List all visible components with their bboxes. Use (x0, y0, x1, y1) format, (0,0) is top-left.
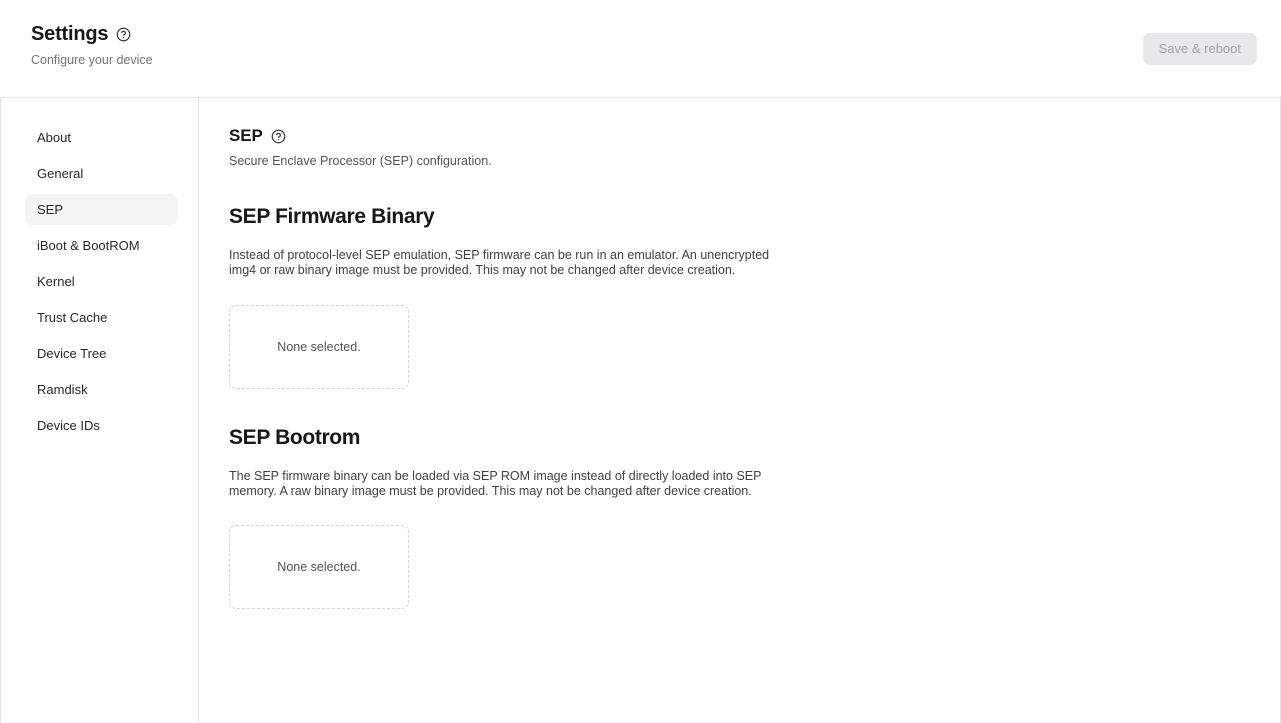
section-description: The SEP firmware binary can be loaded vi… (229, 468, 762, 498)
header-subtitle: Configure your device (31, 53, 153, 67)
save-and-reboot-button[interactable]: Save & reboot (1142, 33, 1257, 65)
sidebar-item-general[interactable]: General (25, 158, 178, 189)
settings-sidebar: About General SEP iBoot & BootROM Kernel… (1, 98, 199, 723)
section-sep-bootrom: SEP Bootrom The SEP firmware binary can … (229, 425, 1256, 610)
content-page-subtitle: Secure Enclave Processor (SEP) configura… (229, 154, 492, 168)
section-description: Instead of protocol-level SEP emulation,… (229, 248, 770, 278)
sidebar-item-trust-cache[interactable]: Trust Cache (25, 302, 178, 333)
content-title-row: SEP (229, 126, 1256, 146)
settings-content: SEP Secure Enclave Processor (SEP) confi… (199, 98, 1280, 723)
help-circle-icon[interactable] (271, 129, 286, 144)
page-title: Settings (31, 23, 109, 45)
app-header: Settings Configure your device Save & re… (0, 0, 1281, 98)
section-sep-firmware-binary: SEP Firmware Binary Instead of protocol-… (229, 204, 1256, 389)
content-page-title: SEP (229, 126, 263, 145)
sidebar-item-about[interactable]: About (25, 122, 178, 153)
settings-window: Settings Configure your device Save & re… (0, 0, 1281, 723)
app-body: About General SEP iBoot & BootROM Kernel… (0, 98, 1281, 723)
section-title: SEP Bootrom (229, 425, 361, 449)
sidebar-item-kernel[interactable]: Kernel (25, 266, 178, 297)
dropzone-label: None selected. (277, 560, 361, 575)
sidebar-item-device-ids[interactable]: Device IDs (25, 410, 178, 441)
sep-firmware-binary-dropzone[interactable]: None selected. (229, 304, 409, 389)
sidebar-item-ramdisk[interactable]: Ramdisk (25, 374, 178, 405)
sidebar-item-device-tree[interactable]: Device Tree (25, 338, 178, 369)
help-circle-icon[interactable] (116, 27, 131, 42)
sep-bootrom-dropzone[interactable]: None selected. (229, 525, 409, 610)
section-title: SEP Firmware Binary (229, 205, 435, 228)
dropzone-label: None selected. (277, 339, 361, 354)
sidebar-item-iboot-bootrom[interactable]: iBoot & BootROM (25, 230, 178, 261)
header-title-row: Settings (31, 22, 1257, 46)
sidebar-item-sep[interactable]: SEP (25, 194, 178, 225)
